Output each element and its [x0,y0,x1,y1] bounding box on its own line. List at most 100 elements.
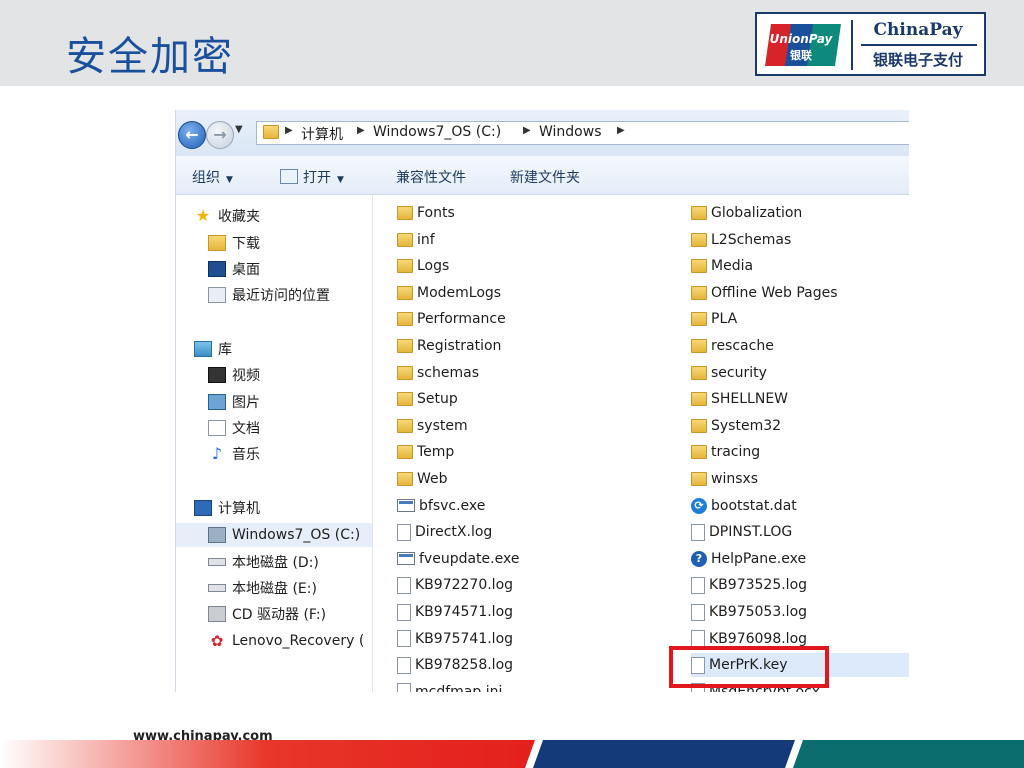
nav-item[interactable]: CD 驱动器 (F:) [208,602,326,626]
file-item[interactable]: Fonts [397,201,455,225]
file-item[interactable]: Offline Web Pages [691,281,838,305]
file-item[interactable]: inf [397,228,435,252]
nav-item-label: 下载 [232,236,260,252]
file-list: Fonts inf Logs ModemLogs Performance Registra… [373,195,909,692]
file-item[interactable]: Performance [397,307,506,331]
star-icon: ★ [195,206,211,225]
command-bar: 组织 ▼ 打开 ▼ 兼容性文件 新建文件夹 [176,156,909,195]
file-item[interactable]: schemas [397,361,479,385]
organize-button[interactable]: 组织 ▼ [192,167,233,187]
nav-item[interactable]: 库 [194,337,232,361]
file-item[interactable]: tracing [691,440,760,464]
file-name: KB978258.log [415,657,514,674]
file-item[interactable]: Setup [397,387,458,411]
folder-icon [691,259,707,274]
logo-rule [861,44,977,46]
file-name: inf [417,231,435,248]
file-item[interactable]: Registration [397,334,501,358]
nav-item[interactable]: 视频 [208,363,260,387]
file-item[interactable]: Web [397,467,448,491]
folder-icon [397,472,413,486]
folder-icon [397,206,413,220]
nav-item-label: 计算机 [218,501,260,517]
nav-item[interactable]: 最近访问的位置 [208,283,330,307]
breadcrumb-windows[interactable]: Windows [539,124,602,140]
nav-item-label: Windows7_OS (C:) [232,527,361,543]
file-item[interactable]: KB973525.log [691,573,807,597]
nav-item[interactable]: 本地磁盘 (E:) [208,576,317,600]
help-icon: ? [691,550,707,567]
nav-item[interactable]: ✿ Lenovo_Recovery ( [208,629,365,653]
nav-item[interactable]: 计算机 [194,496,260,520]
boot-data-icon: ⟳ [691,497,707,514]
compat-files-button[interactable]: 兼容性文件 [396,167,466,187]
slide-header: 安全加密 UnionPay 银联 ChinaPay 银联电子支付 [0,0,1024,86]
file-name: Offline Web Pages [711,284,838,301]
chevron-down-icon: ▼ [337,175,344,185]
file-item[interactable]: KB972270.log [397,573,513,597]
folder-icon [691,206,707,220]
file-item[interactable]: Temp [397,440,454,464]
chinapay-cn-wordmark: 银联电子支付 [872,51,963,69]
nav-item[interactable]: 下载 [208,231,260,255]
folder-icon [691,232,707,247]
nav-item[interactable]: ♪ 音乐 [208,442,260,466]
file-item[interactable]: ModemLogs [397,281,501,305]
open-button[interactable]: 打开 ▼ [280,167,344,187]
breadcrumb-computer[interactable]: 计算机 [301,124,343,144]
file-item[interactable]: PLA [691,307,737,331]
nav-item-label: 文档 [232,421,260,437]
file-item[interactable]: SHELLNEW [691,387,788,411]
chevron-right-icon[interactable]: ▶ [285,125,293,136]
nav-item[interactable]: 桌面 [208,257,260,281]
file-item[interactable]: ⟳ bootstat.dat [691,494,797,518]
nav-item[interactable]: 图片 [208,390,260,414]
file-item[interactable]: KB975053.log [691,600,807,624]
file-item[interactable]: System32 [691,414,781,438]
nav-item-label: 最近访问的位置 [232,288,330,304]
file-item[interactable]: bfsvc.exe [397,494,485,518]
nav-item[interactable]: ★ 收藏夹 [194,204,260,228]
document-icon [397,683,411,692]
chevron-right-icon[interactable]: ▶ [617,125,625,136]
file-item[interactable]: Logs [397,254,449,278]
forward-button[interactable]: → [206,121,234,149]
recent-places-icon [208,287,226,303]
cd-drive-icon [208,606,226,622]
back-button[interactable]: ← [178,121,206,149]
file-item[interactable]: KB978258.log [397,653,513,677]
file-item[interactable]: DPINST.LOG [691,520,792,544]
new-folder-button[interactable]: 新建文件夹 [510,167,580,187]
file-item[interactable]: DirectX.log [397,520,492,544]
chevron-right-icon[interactable]: ▶ [357,125,365,136]
file-item[interactable]: L2Schemas [691,228,791,252]
document-icon [397,656,411,674]
file-item[interactable]: Globalization [691,201,802,225]
navigation-pane: ★ 收藏夹下载桌面最近访问的位置库视频图片文档 ♪ 音乐计算机 Windows7_OS … [176,195,373,692]
file-item[interactable]: Media [691,254,753,278]
file-item[interactable]: KB974571.log [397,600,513,624]
nav-item[interactable]: 文档 [208,416,260,440]
chevron-right-icon[interactable]: ▶ [523,125,531,136]
folder-icon [691,312,707,327]
desktop-icon [208,261,226,277]
nav-item-label: 本地磁盘 (D:) [232,555,319,571]
recent-pages-dropdown-icon[interactable]: ▼ [235,124,243,135]
folder-icon [397,365,413,380]
file-name: system [417,417,468,434]
file-item[interactable]: rescache [691,334,774,358]
file-item[interactable]: ? HelpPane.exe [691,547,806,571]
file-item[interactable]: system [397,414,468,438]
folder-icon [397,232,413,247]
nav-item[interactable]: 本地磁盘 (D:) [208,550,319,574]
address-field[interactable]: ▶ 计算机 ▶ Windows7_OS (C:) ▶ Windows ▶ [256,121,909,145]
file-item[interactable]: security [691,361,767,385]
breadcrumb-drive[interactable]: Windows7_OS (C:) [373,124,501,140]
nav-item[interactable]: Windows7_OS (C:) [176,523,372,547]
file-name: bfsvc.exe [419,497,486,514]
nav-item-label: 桌面 [232,262,260,278]
file-item[interactable]: winsxs [691,467,758,491]
file-item[interactable]: fveupdate.exe [397,547,519,571]
file-item[interactable]: mcdfmap.ini [397,680,502,692]
file-item[interactable]: KB975741.log [397,627,513,651]
